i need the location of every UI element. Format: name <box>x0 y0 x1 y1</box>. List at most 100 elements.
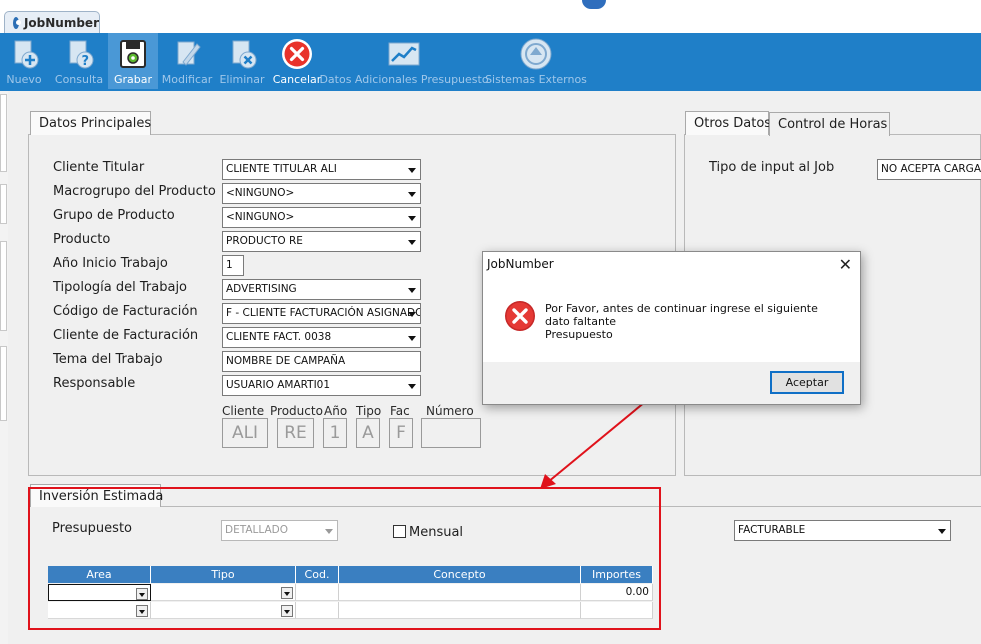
field-label: Responsable <box>53 376 136 391</box>
code-part-value <box>421 418 481 448</box>
sistemas-externos-label: Sistemas Externos <box>485 73 587 86</box>
field-value: NOMBRE DE CAMPAÑA <box>226 355 346 367</box>
edit-document-icon <box>170 37 204 71</box>
chevron-down-icon <box>408 312 416 317</box>
dialog-message: Por Favor, antes de continuar ingrese el… <box>545 302 845 341</box>
field-label: Tema del Trabajo <box>53 352 163 367</box>
field-label: Macrogrupo del Producto <box>53 184 216 199</box>
chevron-down-icon <box>408 336 416 341</box>
code-part-value: RE <box>277 418 314 448</box>
consulta-label: Consulta <box>54 73 104 86</box>
field-value: ADVERTISING <box>226 283 297 295</box>
datos-adicionales-button[interactable]: Datos Adicionales Presupuesto <box>319 33 489 89</box>
facturable-combo[interactable]: FACTURABLE <box>734 520 951 541</box>
app-icon <box>13 16 21 29</box>
collapsed-panel-4[interactable] <box>0 346 7 421</box>
field-combo[interactable]: ADVERTISING <box>222 279 421 300</box>
nuevo-button[interactable]: Nuevo <box>0 33 48 89</box>
field-input[interactable]: 1 <box>222 255 244 276</box>
field-value: F - CLIENTE FACTURACIÓN ASIGNADO <box>226 307 421 319</box>
eliminar-label: Eliminar <box>219 73 265 86</box>
svg-text:?: ? <box>82 54 90 69</box>
code-part-label: Tipo <box>356 404 382 418</box>
document-tab-strip: JobNumber <box>0 0 981 33</box>
collapsed-panel-2[interactable] <box>0 184 7 224</box>
field-combo[interactable]: USUARIO AMARTI01 <box>222 375 421 396</box>
field-label: Grupo de Producto <box>53 208 175 223</box>
field-combo[interactable]: CLIENTE FACT. 0038 <box>222 327 421 348</box>
code-part-label: Año <box>324 404 348 418</box>
code-part-value: ALI <box>222 418 268 448</box>
field-label: Cliente Titular <box>53 160 145 175</box>
main-toolbar: Nuevo ? Consulta Grabar Modificar Elimin… <box>0 33 981 91</box>
field-value: <NINGUNO> <box>226 187 295 199</box>
field-combo[interactable]: CLIENTE TITULAR ALI <box>222 159 421 180</box>
new-document-icon <box>7 37 41 71</box>
collapsed-panel-3[interactable] <box>0 241 7 331</box>
field-value: <NINGUNO> <box>226 211 295 223</box>
jobnumber-tab-label: JobNumber <box>23 15 99 30</box>
dialog-footer: Aceptar <box>483 362 860 404</box>
field-combo[interactable]: PRODUCTO RE <box>222 231 421 252</box>
cancel-circle-icon <box>280 37 314 71</box>
field-value: 1 <box>226 259 233 271</box>
nuevo-label: Nuevo <box>6 73 42 86</box>
tab-datos-principales[interactable]: Datos Principales <box>30 111 151 135</box>
pin-icon <box>582 0 606 9</box>
field-label: Producto <box>53 232 111 247</box>
field-label: Año Inicio Trabajo <box>53 256 168 271</box>
field-combo[interactable]: <NINGUNO> <box>222 183 421 204</box>
dialog-message-line1: Por Favor, antes de continuar ingrese el… <box>545 302 818 328</box>
jobnumber-tab[interactable]: JobNumber <box>4 11 100 33</box>
datos-adicionales-label: Datos Adicionales Presupuesto <box>319 73 489 86</box>
chevron-down-icon <box>408 384 416 389</box>
field-combo[interactable]: F - CLIENTE FACTURACIÓN ASIGNADO <box>222 303 421 324</box>
field-value: CLIENTE FACT. 0038 <box>226 331 332 343</box>
field-value: PRODUCTO RE <box>226 235 303 247</box>
code-part-value: A <box>356 418 380 448</box>
field-label: Tipología del Trabajo <box>53 280 188 295</box>
tipo-input-field[interactable]: NO ACEPTA CARGA D <box>877 159 981 180</box>
cancelar-button[interactable]: Cancelar <box>272 33 322 89</box>
tab-control-de-horas[interactable]: Control de Horas <box>769 112 890 136</box>
highlight-box <box>28 487 661 630</box>
tipo-input-label: Tipo de input al Job <box>709 160 835 175</box>
save-disk-icon <box>116 37 150 71</box>
consulta-button[interactable]: ? Consulta <box>52 33 106 89</box>
field-input[interactable]: NOMBRE DE CAMPAÑA <box>222 351 421 372</box>
chevron-down-icon <box>408 240 416 245</box>
query-document-icon: ? <box>62 37 96 71</box>
chevron-down-icon <box>408 168 416 173</box>
chevron-down-icon <box>408 216 416 221</box>
code-part-label: Número <box>426 404 474 418</box>
chart-line-icon <box>387 37 421 71</box>
modificar-button[interactable]: Modificar <box>161 33 213 89</box>
modificar-label: Modificar <box>161 73 213 86</box>
close-icon[interactable]: ✕ <box>839 255 852 274</box>
code-part-value: 1 <box>323 418 347 448</box>
field-label: Código de Facturación <box>53 304 198 319</box>
field-label: Cliente de Facturación <box>53 328 199 343</box>
dialog-title: JobNumber <box>487 257 554 271</box>
grabar-button[interactable]: Grabar <box>108 33 158 89</box>
collapsed-panel-1[interactable] <box>0 94 7 172</box>
chevron-down-icon <box>408 192 416 197</box>
grabar-label: Grabar <box>113 73 153 86</box>
delete-document-icon <box>225 37 259 71</box>
code-part-label: Fac <box>390 404 410 418</box>
dialog-message-line2: Presupuesto <box>545 328 613 341</box>
tab-otros-datos[interactable]: Otros Datos <box>685 111 771 135</box>
sistemas-externos-button[interactable]: Sistemas Externos <box>485 33 587 89</box>
facturable-value: FACTURABLE <box>738 524 806 536</box>
eliminar-button[interactable]: Eliminar <box>217 33 267 89</box>
error-dialog: JobNumber ✕ Por Favor, antes de continua… <box>482 251 861 405</box>
cancelar-label: Cancelar <box>272 73 322 86</box>
field-value: CLIENTE TITULAR ALI <box>226 163 337 175</box>
aceptar-button[interactable]: Aceptar <box>770 371 844 394</box>
field-combo[interactable]: <NINGUNO> <box>222 207 421 228</box>
field-value: USUARIO AMARTI01 <box>226 379 331 391</box>
code-part-label: Producto <box>270 404 323 418</box>
chevron-down-icon <box>938 529 946 534</box>
left-collapsed-panels <box>0 91 8 644</box>
error-icon <box>505 301 535 331</box>
